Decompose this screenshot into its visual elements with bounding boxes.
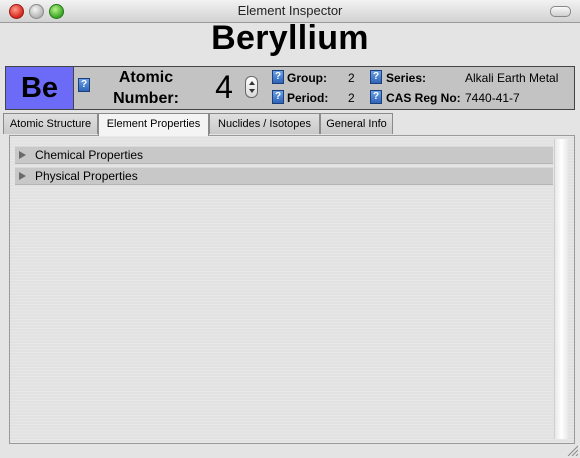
- section-label: Chemical Properties: [35, 148, 144, 162]
- series-label: Series:: [386, 71, 427, 85]
- series-value: Alkali Earth Metal: [465, 71, 559, 85]
- series-help-icon[interactable]: ?: [370, 70, 382, 84]
- tab-general-info[interactable]: General Info: [320, 113, 393, 134]
- tab-element-properties[interactable]: Element Properties: [98, 113, 209, 136]
- disclosure-triangle-icon[interactable]: [19, 172, 26, 180]
- element-symbol: Be: [6, 67, 74, 109]
- period-help-icon[interactable]: ?: [272, 90, 284, 104]
- group-label: Group:: [287, 71, 327, 85]
- resize-grip-icon[interactable]: [566, 444, 578, 456]
- element-name-heading: Beryllium: [211, 19, 369, 57]
- atomic-number-stepper[interactable]: [245, 76, 258, 98]
- section-label: Physical Properties: [35, 169, 138, 183]
- group-help-icon[interactable]: ?: [272, 70, 284, 84]
- section-chemical-properties[interactable]: Chemical Properties: [15, 146, 553, 164]
- stepper-up-icon[interactable]: [249, 81, 255, 85]
- cas-help-icon[interactable]: ?: [370, 90, 382, 104]
- period-value: 2: [348, 91, 355, 105]
- properties-panel: Chemical Properties Physical Properties: [9, 135, 575, 444]
- atomic-number-value: 4: [215, 69, 233, 105]
- toolbar-toggle-button[interactable]: [550, 6, 571, 17]
- cas-label: CAS Reg No:: [386, 91, 461, 105]
- group-value: 2: [348, 71, 355, 85]
- disclosure-triangle-icon[interactable]: [19, 151, 26, 159]
- period-label: Period:: [287, 91, 329, 105]
- atomic-number-help-icon[interactable]: ?: [78, 78, 90, 92]
- element-inspector-window: Element Inspector Beryllium Be ? Atomic …: [0, 0, 580, 458]
- window-title: Element Inspector: [237, 3, 343, 18]
- stepper-down-icon[interactable]: [249, 89, 255, 93]
- atomic-number-label: Atomic Number:: [113, 69, 179, 107]
- section-physical-properties[interactable]: Physical Properties: [15, 167, 553, 185]
- tab-atomic-structure[interactable]: Atomic Structure: [3, 113, 98, 134]
- element-info-bar: Be ? Atomic Number: 4 ? Group: 2 ? Perio…: [5, 66, 575, 110]
- vertical-scrollbar[interactable]: [554, 139, 568, 439]
- cas-value: 7440-41-7: [465, 91, 520, 105]
- tab-nuclides-isotopes[interactable]: Nuclides / Isotopes: [209, 113, 320, 134]
